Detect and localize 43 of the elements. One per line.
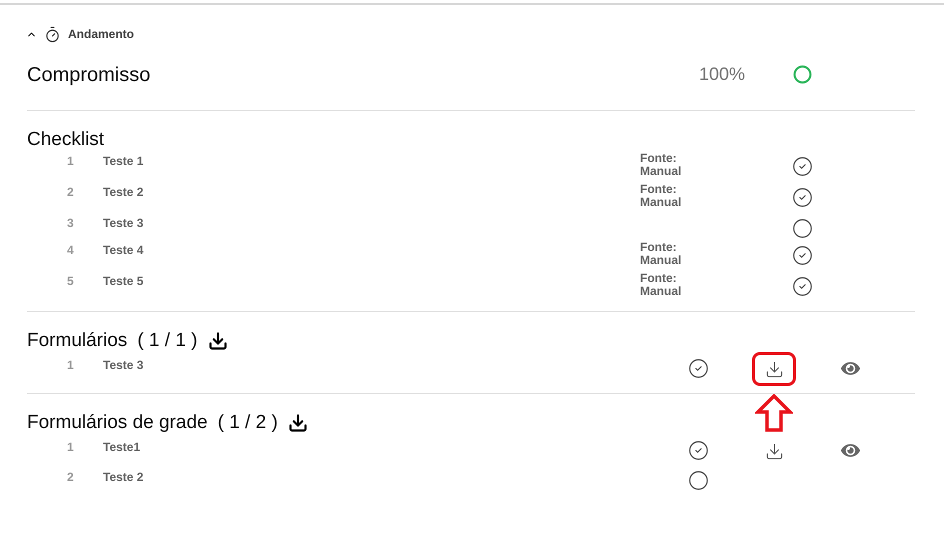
form-item: Teste1 bbox=[103, 439, 142, 456]
row-number: 1 bbox=[67, 357, 75, 374]
checklist-item: Teste 4 bbox=[103, 242, 144, 259]
forms-count: ( 1 / 2 ) bbox=[218, 410, 278, 435]
download-icon bbox=[208, 331, 228, 351]
forms-count: ( 1 / 1 ) bbox=[137, 328, 198, 353]
arrow-annotation bbox=[755, 394, 793, 432]
source-label: Fonte: bbox=[640, 272, 678, 285]
section-title: Andamento bbox=[68, 26, 134, 43]
checklist-item: Teste 5 bbox=[103, 273, 144, 290]
download-button[interactable] bbox=[208, 331, 228, 351]
form-item: Teste 2 bbox=[103, 469, 144, 486]
eye-icon[interactable] bbox=[840, 359, 860, 378]
commitment-title: Compromisso bbox=[27, 62, 152, 88]
source-label: Fonte: bbox=[640, 152, 678, 165]
timer-icon bbox=[44, 26, 61, 42]
percent-label: 100% bbox=[699, 63, 746, 86]
row-number: 5 bbox=[67, 273, 75, 290]
checklist-title: Checklist bbox=[27, 128, 106, 152]
row-number: 1 bbox=[67, 439, 75, 456]
source-label: Fonte: bbox=[640, 183, 678, 196]
source-value: Manual bbox=[640, 165, 682, 178]
download-icon bbox=[764, 442, 784, 460]
checklist-item: Teste 3 bbox=[103, 215, 144, 232]
row-number: 3 bbox=[67, 215, 75, 232]
source-value: Manual bbox=[640, 285, 682, 298]
download-icon bbox=[764, 360, 784, 378]
checklist-item: Teste 2 bbox=[103, 184, 144, 201]
download-icon bbox=[288, 413, 308, 433]
row-number: 4 bbox=[67, 242, 75, 259]
source-label: Fonte: bbox=[640, 241, 678, 254]
download-button[interactable] bbox=[752, 352, 796, 386]
download-button[interactable] bbox=[288, 413, 308, 433]
forms-title: Formulários de grade bbox=[27, 410, 208, 435]
row-number: 2 bbox=[67, 184, 75, 201]
form-item: Teste 3 bbox=[103, 357, 144, 374]
row-number: 1 bbox=[67, 153, 75, 170]
checklist-item: Teste 1 bbox=[103, 153, 144, 170]
source-value: Manual bbox=[640, 254, 682, 267]
forms-title: Formulários bbox=[27, 328, 128, 353]
row-number: 2 bbox=[67, 469, 75, 486]
source-value: Manual bbox=[640, 196, 682, 209]
eye-icon[interactable] bbox=[840, 441, 860, 460]
